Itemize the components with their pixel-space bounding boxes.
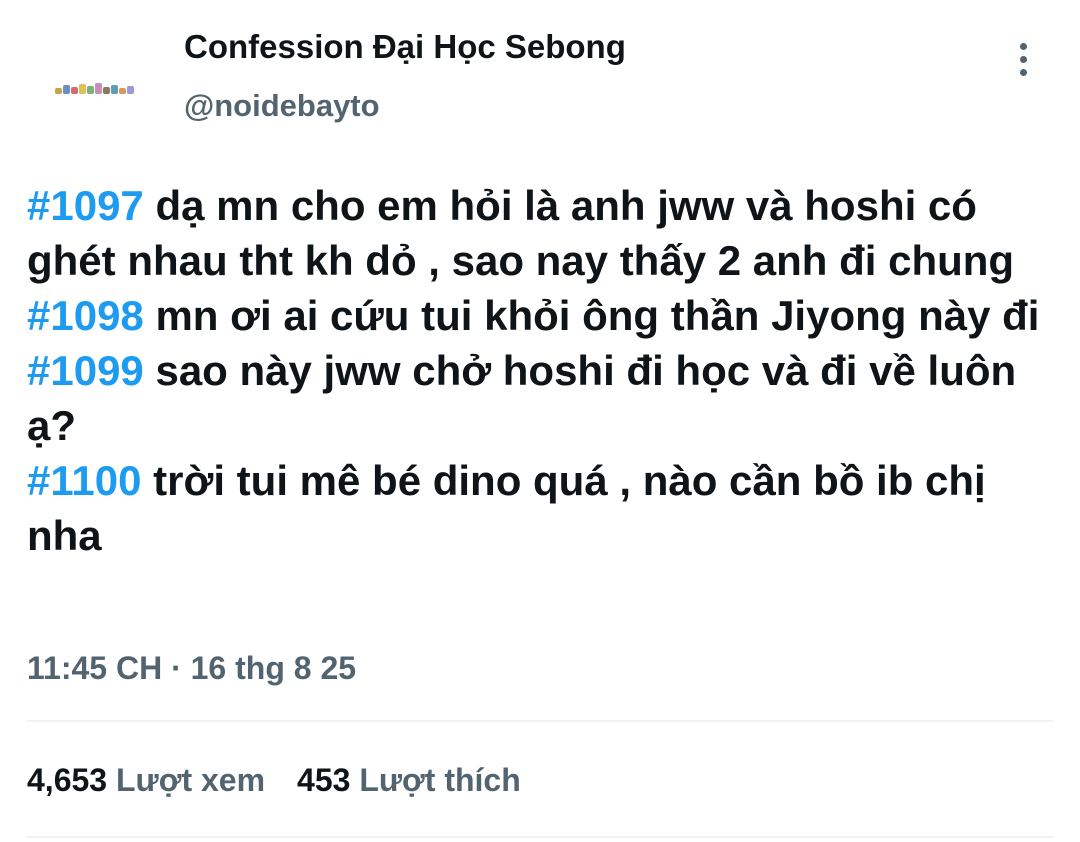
post-text: trời tui mê bé dino quá , nào cần bồ ib …	[27, 457, 986, 559]
hashtag-link[interactable]: #1100	[27, 457, 141, 504]
hashtag-link[interactable]: #1098	[27, 292, 144, 339]
likes-stat[interactable]: 453 Lượt thích	[297, 762, 521, 799]
tweet-timestamp[interactable]: 11:45 CH · 16 thg 8 25	[27, 650, 356, 687]
hashtag-link[interactable]: #1097	[27, 182, 144, 229]
post-item: #1099 sao này jww chở hoshi đi học và đi…	[27, 343, 1067, 453]
post-text: dạ mn cho em hỏi là anh jww và hoshi có …	[27, 182, 1015, 284]
views-label: Lượt xem	[115, 762, 266, 798]
tweet-stats: 4,653 Lượt xem 453 Lượt thích	[27, 762, 521, 799]
avatar-logo-image	[54, 82, 134, 94]
tweet-text: #1097 dạ mn cho em hỏi là anh jww và hos…	[27, 178, 1067, 563]
tweet-header: Confession Đại Học Sebong @noidebayto	[0, 0, 1080, 150]
more-vertical-icon	[1019, 42, 1027, 76]
post-item: #1097 dạ mn cho em hỏi là anh jww và hos…	[27, 178, 1067, 288]
avatar[interactable]	[44, 38, 144, 138]
hashtag-link[interactable]: #1099	[27, 347, 144, 394]
divider	[27, 836, 1053, 838]
post-text: sao này jww chở hoshi đi học và đi về lu…	[27, 347, 1017, 449]
post-item: #1100 trời tui mê bé dino quá , nào cần …	[27, 453, 1067, 563]
views-count: 4,653	[27, 762, 108, 798]
divider	[27, 720, 1053, 722]
display-name[interactable]: Confession Đại Học Sebong	[184, 28, 626, 66]
post-text: mn ơi ai cứu tui khỏi ông thần Jiyong nà…	[143, 292, 1040, 339]
likes-label: Lượt thích	[359, 762, 521, 798]
more-options-button[interactable]	[1000, 36, 1046, 82]
likes-count: 453	[297, 762, 351, 798]
views-stat[interactable]: 4,653 Lượt xem	[27, 762, 265, 799]
post-item: #1098 mn ơi ai cứu tui khỏi ông thần Jiy…	[27, 288, 1067, 343]
account-handle[interactable]: @noidebayto	[184, 88, 380, 124]
